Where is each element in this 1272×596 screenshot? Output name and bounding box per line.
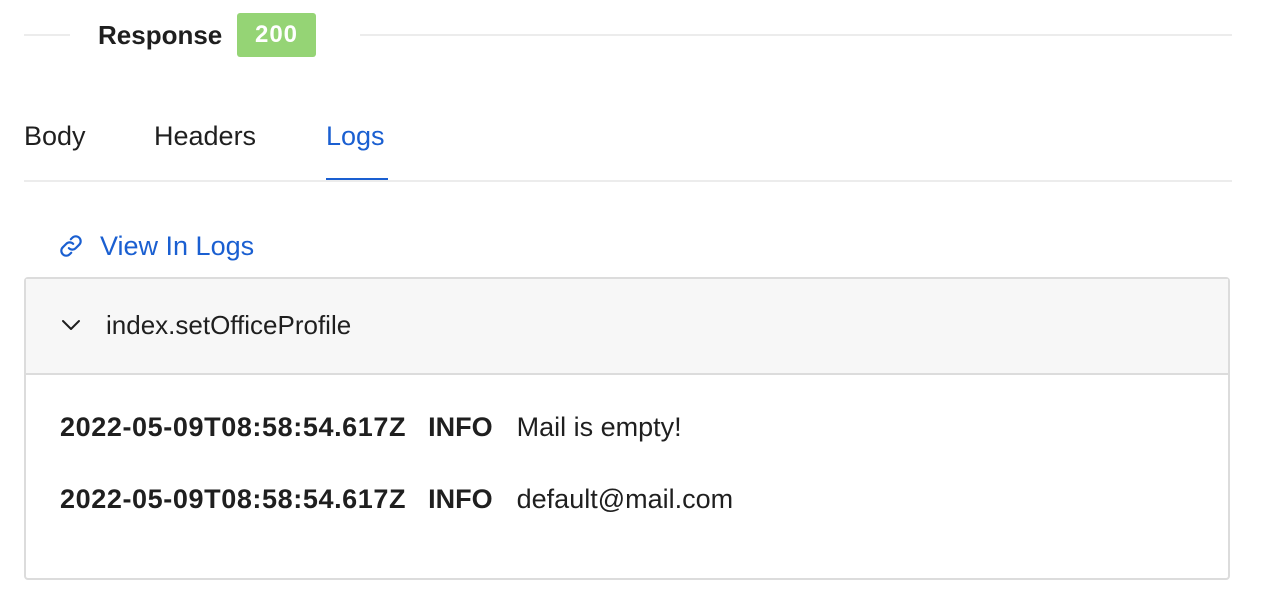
divider [24, 180, 1232, 182]
tab-headers[interactable]: Headers [154, 116, 256, 156]
log-entries: 2022-05-09T08:58:54.617Z INFO Mail is em… [60, 407, 1208, 551]
log-timestamp: 2022-05-09T08:58:54.617Z [60, 412, 407, 442]
response-panel: Response 200 Body Headers Logs View In L… [0, 0, 1272, 596]
view-in-logs-label: View In Logs [100, 231, 255, 261]
response-header: Response 200 [24, 12, 1232, 58]
log-group-name: index.setOfficeProfile [106, 310, 352, 340]
log-level: INFO [428, 484, 493, 514]
divider [24, 34, 70, 36]
view-in-logs-link[interactable]: View In Logs [58, 228, 254, 264]
log-group-header[interactable]: index.setOfficeProfile [26, 279, 1228, 375]
tab-body[interactable]: Body [24, 116, 86, 156]
log-entry: 2022-05-09T08:58:54.617Z INFO default@ma… [60, 479, 1208, 551]
tab-logs[interactable]: Logs [326, 116, 385, 156]
log-timestamp: 2022-05-09T08:58:54.617Z [60, 484, 407, 514]
response-title: Response [98, 20, 223, 50]
log-group: index.setOfficeProfile 2022-05-09T08:58:… [24, 277, 1230, 580]
divider [360, 34, 1232, 36]
link-icon [58, 233, 84, 259]
status-badge: 200 [237, 13, 316, 57]
tab-bar: Body Headers Logs [24, 100, 1232, 182]
log-message: default@mail.com [516, 484, 734, 514]
chevron-down-icon [60, 314, 82, 336]
log-message: Mail is empty! [516, 412, 682, 442]
log-entry: 2022-05-09T08:58:54.617Z INFO Mail is em… [60, 407, 1208, 479]
log-level: INFO [428, 412, 493, 442]
